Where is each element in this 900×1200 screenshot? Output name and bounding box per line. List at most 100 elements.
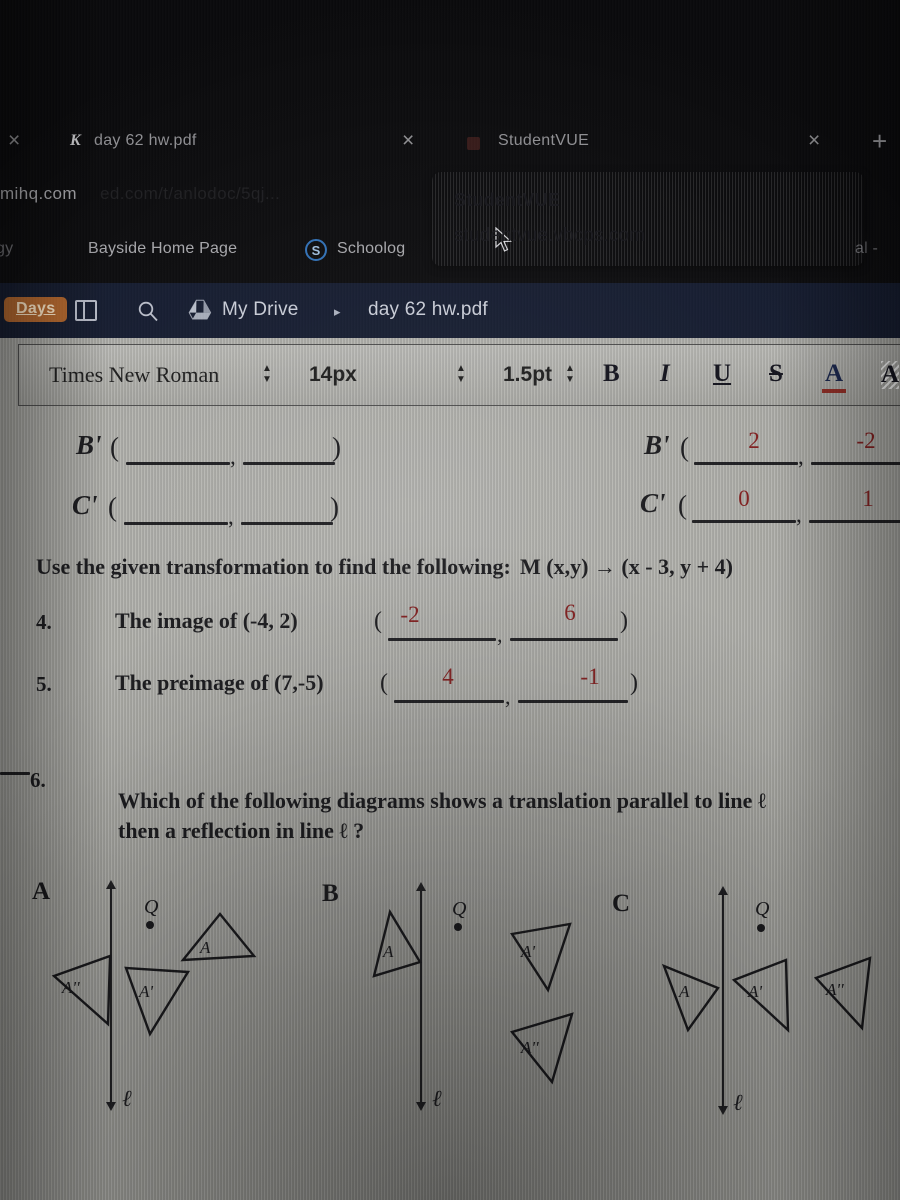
tooltip-title: StudentVUE <box>454 190 561 210</box>
tab-close-icon-1[interactable]: × <box>402 130 414 151</box>
underline-button[interactable]: U <box>713 361 731 386</box>
bold-button[interactable]: B <box>603 361 620 386</box>
strikethrough-button[interactable]: S <box>769 361 783 386</box>
question-5-answer-x[interactable]: 4 <box>414 664 482 690</box>
right-point-sep-b: , <box>798 444 804 469</box>
left-point-blank-cy[interactable] <box>241 522 333 525</box>
choice-c-line-arrow-up <box>718 886 728 895</box>
breadcrumb-filename: day 62 hw.pdf <box>368 299 488 320</box>
font-family-stepper-up[interactable]: ▲ <box>261 363 273 374</box>
right-point-blank-bx[interactable] <box>694 462 798 465</box>
breadcrumb-chevron-icon: ▸ <box>334 304 341 319</box>
font-size-stepper-up[interactable]: ▲ <box>455 363 467 374</box>
question-4-sep: , <box>497 622 503 647</box>
kami-k-icon: K <box>70 132 81 149</box>
text-format-toolbar: Times New Roman ▲ ▼ 14px ▲ ▼ 1.5pt ▲ ▼ B… <box>18 344 900 406</box>
google-drive-icon[interactable] <box>188 299 212 321</box>
right-point-blank-cy[interactable] <box>809 520 900 523</box>
question-5-blank-y[interactable] <box>518 700 628 703</box>
choice-a-point-dot <box>146 921 154 929</box>
font-family-stepper-down[interactable]: ▼ <box>261 374 273 385</box>
choice-c-letter: C <box>612 890 631 917</box>
left-point-close-b: ) <box>332 432 341 462</box>
line-width-stepper[interactable]: ▲ ▼ <box>564 363 576 387</box>
left-point-open-b: ( <box>110 432 119 462</box>
line-width-stepper-down[interactable]: ▼ <box>564 374 576 385</box>
choice-a-line-label: ℓ <box>122 1086 132 1111</box>
browser-chrome: × K day 62 hw.pdf × StudentVUE × + mihq.… <box>0 0 900 283</box>
choice-a-triangle-a-prime <box>124 966 191 1037</box>
question-5-blank-x[interactable] <box>394 700 504 703</box>
question-6-line-1: Which of the following diagrams shows a … <box>118 788 767 813</box>
right-point-blank-cx[interactable] <box>692 520 796 523</box>
choice-b-triangle-a-prime-label: A' <box>521 942 536 961</box>
text-color-button[interactable]: A <box>825 361 843 386</box>
choice-b-triangle-a-double-prime-label: A'' <box>521 1038 539 1057</box>
left-point-sep-b: , <box>230 444 236 469</box>
bookmark-gy[interactable]: gy <box>0 240 13 258</box>
font-size-stepper-down[interactable]: ▼ <box>455 374 467 385</box>
bookmark-bayside-home-page[interactable]: Bayside Home Page <box>88 240 237 258</box>
question-4-blank-y[interactable] <box>510 638 618 641</box>
line-width-select[interactable]: 1.5pt <box>503 363 552 387</box>
choice-a-triangle-a-double-prime-label: A'' <box>62 978 80 997</box>
choice-a-letter: A <box>32 878 51 905</box>
screen-photo: × K day 62 hw.pdf × StudentVUE × + mihq.… <box>0 0 900 1200</box>
choice-c-point-dot <box>757 924 765 932</box>
left-point-blank-bx[interactable] <box>126 462 230 465</box>
days-badge[interactable]: Days <box>4 297 68 322</box>
new-tab-button[interactable]: + <box>872 128 887 154</box>
question-5-open: ( <box>380 670 388 696</box>
right-point-blank-by[interactable] <box>811 462 900 465</box>
sidebar-panel-icon[interactable] <box>75 300 97 321</box>
question-4-answer-x[interactable]: -2 <box>376 602 444 628</box>
bookmark-schoology[interactable]: Schoolog <box>337 240 405 258</box>
question-4-answer-y[interactable]: 6 <box>536 600 604 626</box>
kami-app-bar: Days My Drive ▸ day 62 hw.pdf <box>0 283 900 338</box>
left-point-blank-by[interactable] <box>243 462 335 465</box>
breadcrumb-my-drive[interactable]: My Drive <box>222 299 299 321</box>
choice-b-point-dot <box>454 923 462 931</box>
left-point-sep-c: , <box>228 504 234 529</box>
window-close-icon[interactable]: × <box>8 130 20 151</box>
right-point-answer-cy[interactable]: 1 <box>832 486 900 512</box>
choice-b-line-label: ℓ <box>432 1086 442 1111</box>
highlight-button[interactable]: A <box>881 361 900 389</box>
address-bar-url[interactable]: mihq.com <box>0 184 77 204</box>
font-family-stepper[interactable]: ▲ ▼ <box>261 363 273 387</box>
font-family-select[interactable]: Times New Roman <box>49 362 219 388</box>
pdf-page: Times New Roman ▲ ▼ 14px ▲ ▼ 1.5pt ▲ ▼ B… <box>0 338 900 1200</box>
question-5-number: 5. <box>36 672 52 696</box>
right-point-sep-c: , <box>796 502 802 527</box>
tab-studentvue[interactable]: StudentVUE <box>498 132 589 150</box>
left-point-blank-cx[interactable] <box>124 522 228 525</box>
choice-b-point-label: Q <box>452 898 467 920</box>
studentvue-icon <box>467 137 480 150</box>
right-point-label-c: C' <box>640 488 666 518</box>
question-6-blank[interactable] <box>0 772 30 775</box>
question-4-close: ) <box>620 608 628 634</box>
tab-day-62-hw[interactable]: day 62 hw.pdf <box>94 132 197 150</box>
question-5-answer-y[interactable]: -1 <box>556 664 624 690</box>
text-color-swatch <box>822 389 846 393</box>
tab-close-icon-2[interactable]: × <box>808 130 820 151</box>
choice-c-line-label: ℓ <box>733 1090 743 1115</box>
choice-a-triangle-a-double-prime <box>51 954 112 1027</box>
question-5-text: The preimage of (7,-5) <box>115 670 324 695</box>
right-point-answer-by[interactable]: -2 <box>830 428 900 454</box>
question-4-blank-x[interactable] <box>388 638 496 641</box>
choice-a-triangle-a-prime-label: A' <box>139 982 154 1001</box>
line-width-stepper-up[interactable]: ▲ <box>564 363 576 374</box>
choice-c-line-arrow-down <box>718 1106 728 1115</box>
right-point-open-c: ( <box>678 490 687 520</box>
schoology-icon[interactable]: S <box>305 239 327 261</box>
left-point-open-c: ( <box>108 492 117 522</box>
choice-c-triangle-a-prime-label: A' <box>748 982 763 1001</box>
transformation-rule: M (x,y) → (x - 3, y + 4) <box>520 554 733 579</box>
right-point-answer-cx[interactable]: 0 <box>708 486 780 512</box>
italic-button[interactable]: I <box>660 361 670 386</box>
search-icon[interactable] <box>137 300 159 322</box>
right-point-answer-bx[interactable]: 2 <box>718 428 790 454</box>
font-size-stepper[interactable]: ▲ ▼ <box>455 363 467 387</box>
font-size-select[interactable]: 14px <box>309 363 357 387</box>
